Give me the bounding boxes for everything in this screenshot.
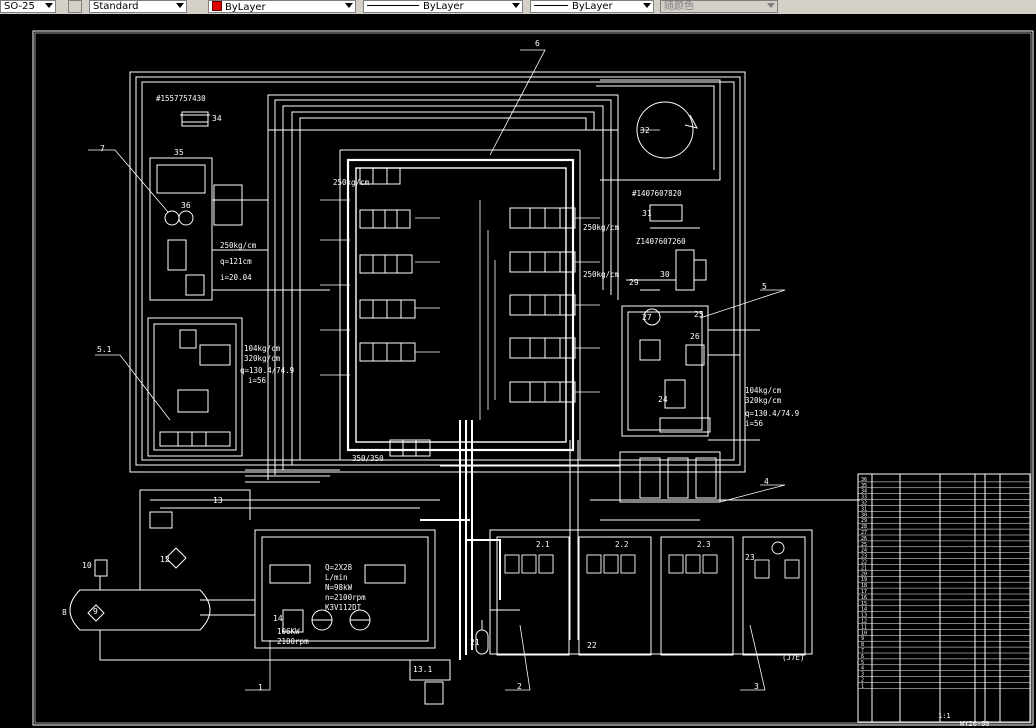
valve-spools-center [359,167,431,457]
note-left-p2: q=121cm [220,257,252,266]
note-pump2: L/min [325,573,348,582]
label-block-2-3: 2.3 [697,540,711,549]
callout-7: 7 [100,144,105,153]
note-valve-mid-2: 250kg/cm [583,270,620,279]
callout-26: 26 [690,332,700,341]
parts-list-row-number: 1 [861,683,864,689]
textstyle-value: Standard [93,1,139,12]
note-mid-p4: i=56 [248,376,267,385]
chevron-down-icon [643,3,651,8]
linetype-select[interactable]: ByLayer [363,0,523,13]
note-part31: #1407607820 [632,189,682,198]
title-block-scale: 1:1 [938,712,951,720]
callout-35: 35 [174,148,184,157]
callout-1: 1 [258,683,263,692]
note-part34: #1557757430 [156,94,206,103]
callout-10: 10 [82,561,92,570]
callout-2: 2 [517,682,522,691]
callout-24: 24 [658,395,668,404]
callout-22: 22 [587,641,597,650]
note-right-p3: q=130.4/74.9 [745,409,799,418]
lineweight-sample-icon [534,5,568,6]
drawing-canvas[interactable]: 7 5.1 6 5 4 1 2 3 8 9 10 12 13 14 21 22 … [0,14,1036,728]
note-motor1: 106KW [277,627,300,636]
drawing-frame [32,30,1034,726]
callout-13: 13 [213,496,223,505]
note-mid-p1: 104kg/cm [244,344,281,353]
callout-5-1: 5.1 [97,345,112,354]
callout-21: 21 [470,638,480,647]
color-swatch-icon [212,1,222,11]
label-block-2-2: 2.2 [615,540,629,549]
hydraulic-schematic: 7 5.1 6 5 4 1 2 3 8 9 10 12 13 14 21 22 … [32,30,1034,728]
note-left-p1: 250kg/cm [220,241,257,250]
callout-34: 34 [212,114,222,123]
callout-6: 6 [535,39,540,48]
callout-5: 5 [762,282,767,291]
note-pump5: K3V112DT [325,603,362,612]
dimstyle-value: SO-25 [4,1,35,12]
note-mid-p2: 320kg/cm [244,354,281,363]
title-block-drawing-no: WY20-00 [960,720,990,728]
note-valve-top: 250kg/cm [333,178,370,187]
chevron-down-icon [345,3,353,8]
lineweight-value: ByLayer [572,1,613,12]
chevron-down-icon [176,3,184,8]
note-bottom: (J7E) [782,653,805,662]
module-7 [149,157,213,301]
callout-14: 14 [273,614,283,623]
note-right-p2: 320kg/cm [745,396,782,405]
dimstyle-select[interactable]: SO-25 [0,0,56,13]
callout-23: 23 [745,553,755,562]
module-5 [621,305,709,437]
chevron-down-icon [45,3,53,8]
chevron-down-icon [512,3,520,8]
note-valve-mid: 250kg/cm [583,223,620,232]
note-right-p4: i=56 [745,419,764,428]
linetype-sample-icon [367,5,419,6]
textstyle-select[interactable]: Standard [89,0,187,13]
callout-27: 27 [642,313,652,322]
callout-9: 9 [93,607,98,616]
callout-32: 32 [640,126,650,135]
note-pump4: n=2100rpm [325,593,366,602]
lineweight-select[interactable]: ByLayer [530,0,654,13]
note-right-p1: 104kg/cm [745,386,782,395]
callout-3: 3 [754,682,759,691]
callout-4: 4 [764,477,769,486]
properties-toolbar: SO-25 Standard ByLayer ByLayer ByLayer 随… [0,0,1036,15]
note-pump3: N=98kW [325,583,353,592]
note-motor2: 2100rpm [277,637,309,646]
callout-25: 25 [694,310,704,319]
note-part30: Z1407607260 [636,237,686,246]
callout-29: 29 [629,278,639,287]
linetype-value: ByLayer [423,1,464,12]
module-5-1 [147,317,243,457]
callout-30: 30 [660,270,670,279]
valve-spools-right [509,207,576,403]
note-left-p3: i=20.04 [220,273,252,282]
note-mid-p3: q=130.4/74.9 [240,366,294,375]
callout-31: 31 [642,209,652,218]
plotstyle-select: 随颜色 [660,0,778,13]
chevron-down-icon [767,3,775,8]
plotstyle-value: 随颜色 [664,1,694,12]
textstyle-icon[interactable] [68,0,82,13]
note-pump1: Q=2X28 [325,563,353,572]
callout-12: 12 [160,555,170,564]
note-main-valve: 350/350 [352,454,384,463]
callout-13-1: 13.1 [413,665,432,674]
label-block-2-1: 2.1 [536,540,550,549]
callout-36: 36 [181,201,191,210]
color-select[interactable]: ByLayer [208,0,356,13]
color-value: ByLayer [225,2,266,13]
callout-8: 8 [62,608,67,617]
